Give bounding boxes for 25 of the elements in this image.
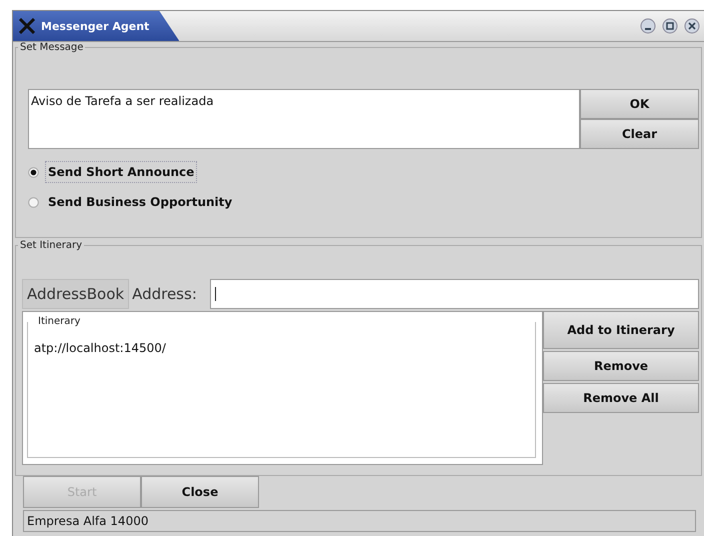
dialog-button[interactable]: OK bbox=[580, 89, 699, 119]
address-book-button[interactable]: AddressBook bbox=[22, 279, 130, 309]
itinerary-button[interactable]: Remove bbox=[543, 351, 699, 381]
panel-title: Set Message bbox=[19, 42, 84, 53]
radio-button[interactable] bbox=[28, 196, 39, 208]
radio-label[interactable]: Send Business Opportunity bbox=[45, 191, 236, 213]
itinerary-item[interactable]: atp://localhost:14500/ bbox=[34, 341, 529, 355]
itinerary-button[interactable]: Add to Itinerary bbox=[543, 311, 699, 349]
close-button[interactable] bbox=[684, 18, 700, 34]
status-bar: Empresa Alfa 14000 bbox=[23, 510, 696, 532]
list-title: Itinerary bbox=[37, 316, 82, 327]
panel-title: Set Itinerary bbox=[19, 240, 84, 251]
dialog-button[interactable]: Clear bbox=[580, 119, 699, 149]
window-title-text: Messenger Agent bbox=[41, 20, 150, 32]
itinerary-button[interactable]: Remove All bbox=[543, 383, 699, 413]
maximize-button[interactable] bbox=[662, 18, 678, 34]
address-label: Address: bbox=[132, 284, 198, 305]
x-logo-icon bbox=[19, 18, 35, 34]
minimize-button[interactable] bbox=[640, 18, 656, 34]
address-field[interactable] bbox=[210, 279, 699, 309]
radio-button[interactable] bbox=[28, 166, 39, 178]
itinerary-list[interactable]: Itinerary atp://localhost:14500/ bbox=[22, 311, 543, 465]
message-field[interactable]: Aviso de Tarefa a ser realizada bbox=[28, 89, 580, 149]
footer-button[interactable]: Close bbox=[141, 476, 259, 508]
radio-label[interactable]: Send Short Announce bbox=[45, 161, 198, 183]
